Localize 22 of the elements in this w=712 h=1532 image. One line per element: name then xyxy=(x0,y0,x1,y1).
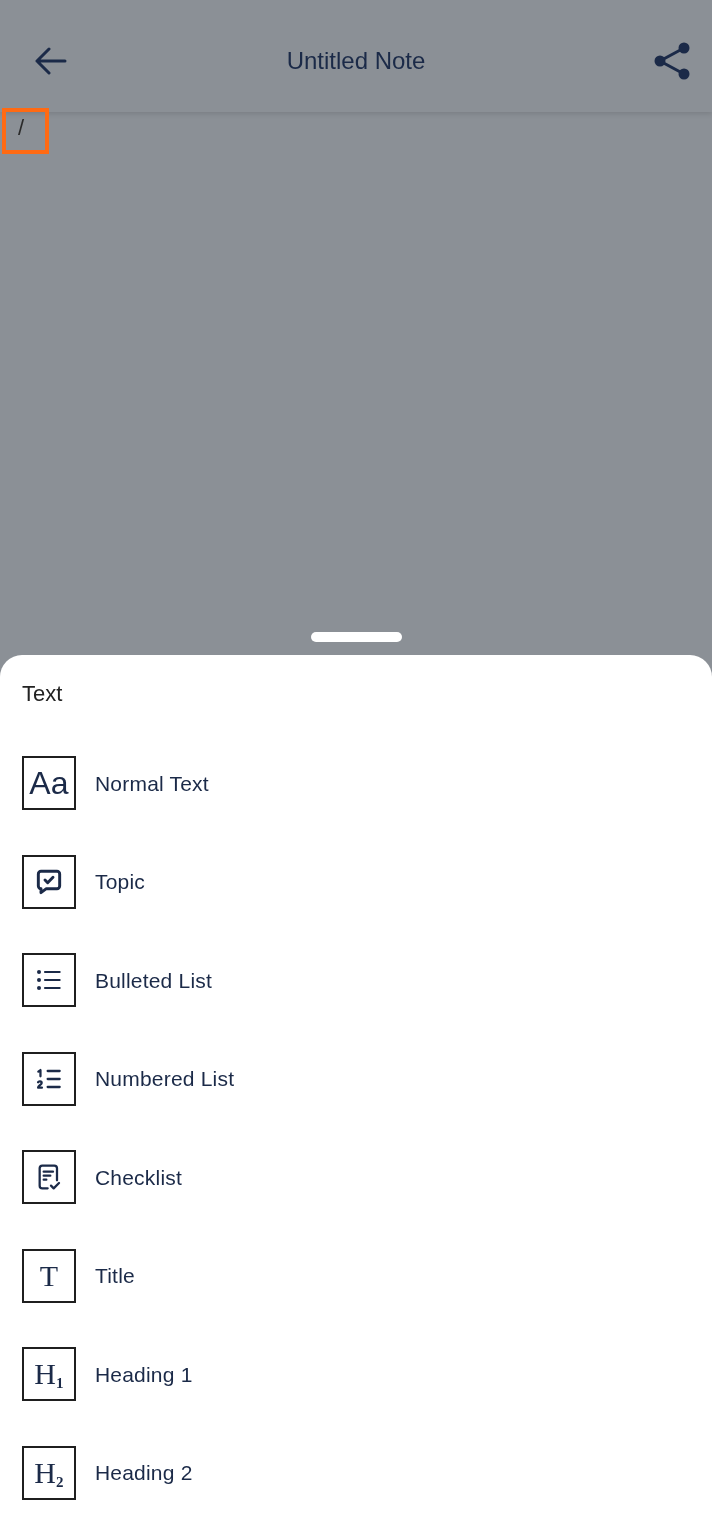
block-type-option[interactable]: Bulleted List xyxy=(0,931,712,1030)
note-title: Untitled Note xyxy=(286,46,426,76)
numbered-list-icon xyxy=(22,1051,76,1106)
arrow-left-icon xyxy=(35,47,67,75)
drag-handle[interactable] xyxy=(310,632,402,642)
document-check-icon xyxy=(22,1150,76,1205)
block-type-option[interactable]: H$_{1}$ Heading 1 xyxy=(0,1325,712,1424)
block-type-option[interactable]: T Title xyxy=(0,1226,712,1325)
serif-letter-glyph-icon: H$_{2}$ xyxy=(22,1445,76,1500)
serif-letter-glyph-icon: H$_{1}$ xyxy=(22,1347,76,1402)
share-icon xyxy=(654,42,690,80)
speech-bubble-check-icon xyxy=(22,854,76,909)
letter-glyph-icon: Aa xyxy=(22,756,76,811)
block-type-option[interactable]: H$_{2}$ Heading 2 xyxy=(0,1423,712,1522)
note-text: / xyxy=(18,114,25,142)
serif-letter-glyph-icon: T xyxy=(22,1248,76,1303)
block-type-option[interactable]: Numbered List xyxy=(0,1029,712,1128)
block-type-option[interactable]: Aa Normal Text xyxy=(0,734,712,833)
bulleted-list-icon xyxy=(22,953,76,1008)
block-type-option[interactable]: Topic xyxy=(0,832,712,931)
section-label: Text xyxy=(22,681,63,706)
block-type-option[interactable]: Checklist xyxy=(0,1128,712,1227)
